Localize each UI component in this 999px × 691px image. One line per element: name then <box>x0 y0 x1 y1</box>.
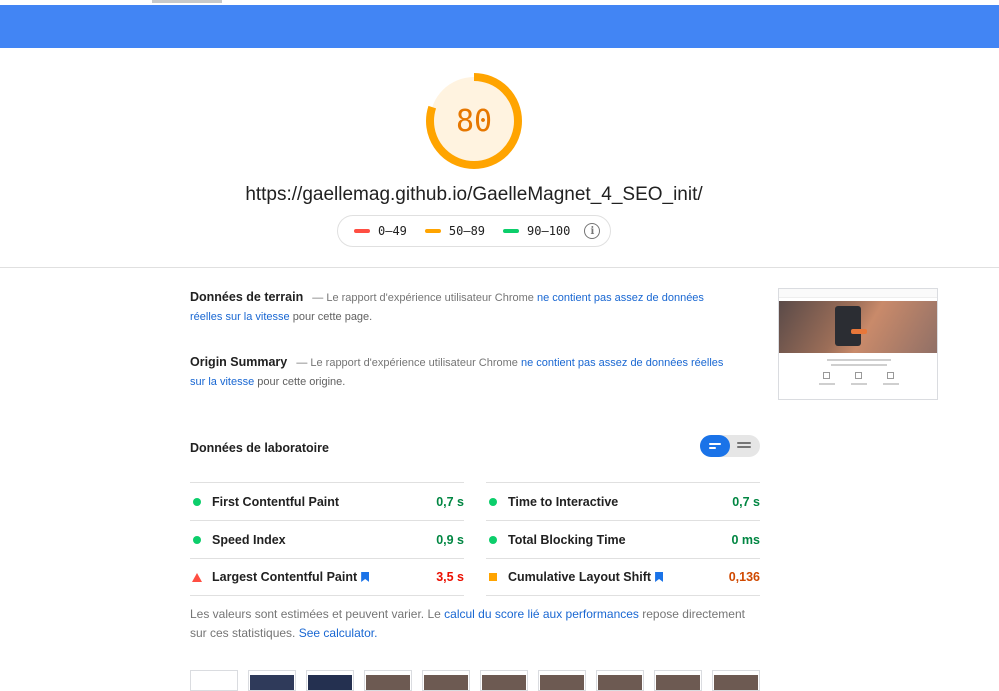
pass-dot-icon <box>489 497 497 506</box>
performance-score-gauge: 80 <box>424 71 524 171</box>
metric-name: Time to Interactive <box>508 494 619 509</box>
filmstrip-frame <box>538 670 586 691</box>
metric-value: 0,9 s <box>436 532 464 547</box>
legend-item-average: 50–89 <box>424 224 486 238</box>
filmstrip-frame <box>596 670 644 691</box>
metrics-column-left: First Contentful Paint 0,7 s Speed Index… <box>190 482 464 596</box>
bookmark-icon <box>361 572 370 582</box>
origin-summary-prefix: — Le rapport d'expérience utilisateur Ch… <box>296 357 518 369</box>
origin-summary-suffix: pour cette origine. <box>257 376 346 388</box>
origin-summary-section: Origin Summary — Le rapport d'expérience… <box>190 353 730 392</box>
fail-triangle-icon <box>192 572 202 582</box>
average-bar-icon <box>424 229 441 233</box>
compact-lines-icon <box>709 447 716 449</box>
filmstrip-frame <box>364 670 412 691</box>
info-icon[interactable]: i <box>584 223 601 239</box>
section-divider <box>0 267 999 268</box>
pass-dot-icon <box>193 497 201 506</box>
bookmark-icon <box>655 572 664 582</box>
legend-item-fail: 0–49 <box>354 224 407 238</box>
metric-value: 3,5 s <box>436 570 464 584</box>
origin-summary-title: Origin Summary <box>190 355 288 369</box>
pass-bar-icon <box>503 229 520 233</box>
compact-view-button[interactable] <box>700 435 730 457</box>
filmstrip-frame <box>248 670 296 691</box>
legend-item-pass: 90–100 <box>503 224 570 238</box>
lab-data-title: Données de laboratoire <box>190 441 329 455</box>
metric-value: 0,7 s <box>732 494 760 509</box>
thumbnail-feature-icon <box>823 372 830 379</box>
expanded-view-button[interactable] <box>730 435 760 457</box>
page-screenshot-thumbnail[interactable] <box>778 288 938 400</box>
metric-time-to-interactive: Time to Interactive 0,7 s <box>486 482 760 520</box>
filmstrip-frame <box>190 670 238 691</box>
legend-range-fail: 0–49 <box>378 224 407 238</box>
metric-total-blocking-time: Total Blocking Time 0 ms <box>486 520 760 558</box>
thumbnail-text-line <box>827 359 891 361</box>
filmstrip-frame <box>422 670 470 691</box>
thumbnail-text-line <box>819 383 835 385</box>
metric-name: First Contentful Paint <box>212 494 340 509</box>
legend-range-pass: 90–100 <box>527 224 571 238</box>
compact-lines-icon <box>709 443 721 445</box>
legend-range-average: 50–89 <box>448 224 486 238</box>
thumbnail-header <box>779 289 937 298</box>
filmstrip-frame <box>712 670 760 691</box>
pass-dot-icon <box>193 535 201 544</box>
performance-score-value: 80 <box>455 103 493 139</box>
score-calculation-link[interactable]: calcul du score lié aux performances <box>444 607 639 621</box>
metric-cumulative-layout-shift: Cumulative Layout Shift 0,136 <box>486 558 760 596</box>
metric-name: Speed Index <box>212 532 286 547</box>
expanded-lines-icon <box>737 446 751 448</box>
top-header-bar <box>0 5 999 48</box>
note-text-1: Les valeurs sont estimées et peuvent var… <box>190 607 441 621</box>
thumbnail-text-line <box>831 364 887 366</box>
metric-name: Largest Contentful Paint <box>212 570 358 584</box>
pass-dot-icon <box>489 535 497 544</box>
see-calculator-link[interactable]: See calculator. <box>299 626 378 640</box>
filmstrip-frame <box>306 670 354 691</box>
metric-name: Total Blocking Time <box>508 532 626 547</box>
metric-first-contentful-paint: First Contentful Paint 0,7 s <box>190 482 464 520</box>
thumbnail-feature-icon <box>855 372 862 379</box>
field-data-section: Données de terrain — Le rapport d'expéri… <box>190 288 730 327</box>
metric-value: 0 ms <box>731 532 761 547</box>
metrics-column-right: Time to Interactive 0,7 s Total Blocking… <box>486 482 760 596</box>
fail-bar-icon <box>354 229 370 233</box>
metric-value: 0,7 s <box>436 494 464 509</box>
metric-largest-contentful-paint: Largest Contentful Paint 3,5 s <box>190 558 464 596</box>
loading-filmstrip <box>190 670 760 691</box>
metric-value: 0,136 <box>728 570 760 584</box>
thumbnail-text-line <box>883 383 899 385</box>
metric-speed-index: Speed Index 0,9 s <box>190 520 464 558</box>
thumbnail-feature-icon <box>887 372 894 379</box>
estimation-note: Les valeurs sont estimées et peuvent var… <box>190 605 760 643</box>
field-data-suffix: pour cette page. <box>292 311 373 323</box>
expanded-lines-icon <box>737 442 751 444</box>
field-data-title: Données de terrain <box>190 290 304 304</box>
thumbnail-text-line <box>851 383 867 385</box>
metrics-view-toggle[interactable] <box>700 435 760 457</box>
metric-name: Cumulative Layout Shift <box>508 570 652 584</box>
thumbnail-phone-image <box>835 306 861 346</box>
average-square-icon <box>489 573 497 581</box>
field-data-prefix: — Le rapport d'expérience utilisateur Ch… <box>312 292 534 304</box>
audited-url: https://gaellemag.github.io/GaelleMagnet… <box>245 184 703 205</box>
thumbnail-cta <box>851 329 867 334</box>
score-scale-legend: 0–49 50–89 90–100 i <box>337 215 611 247</box>
filmstrip-frame <box>654 670 702 691</box>
browser-tab-indicator <box>152 0 222 3</box>
filmstrip-frame <box>480 670 528 691</box>
